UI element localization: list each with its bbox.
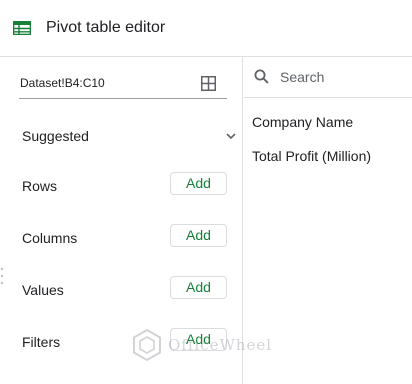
filters-label: Filters: [22, 334, 61, 350]
rows-label: Rows: [22, 178, 58, 194]
data-range-field[interactable]: Dataset!B4:C10: [20, 76, 105, 90]
values-label: Values: [22, 282, 64, 298]
drag-handle-icon[interactable]: [0, 266, 4, 286]
suggested-label[interactable]: Suggested: [22, 128, 89, 144]
add-columns-button[interactable]: Add: [170, 224, 227, 247]
watermark-logo-icon: [133, 328, 161, 362]
field-item-total-profit[interactable]: Total Profit (Million): [252, 148, 371, 164]
add-rows-button[interactable]: Add: [170, 172, 227, 195]
grid-select-icon[interactable]: [201, 76, 216, 91]
chevron-down-icon[interactable]: [226, 133, 236, 139]
watermark-text: OfficeWheel: [168, 336, 273, 354]
search-input[interactable]: [280, 67, 410, 87]
field-item-company-name[interactable]: Company Name: [252, 114, 353, 130]
data-range-underline: [19, 98, 227, 99]
add-values-button[interactable]: Add: [170, 276, 227, 299]
search-icon: [254, 69, 269, 84]
sheets-table-icon: [13, 21, 31, 35]
officewheel-watermark: OfficeWheel: [132, 328, 282, 362]
field-search: [244, 57, 412, 98]
editor-title: Pivot table editor: [46, 19, 166, 36]
editor-header: Pivot table editor: [0, 0, 412, 57]
columns-label: Columns: [22, 230, 78, 246]
